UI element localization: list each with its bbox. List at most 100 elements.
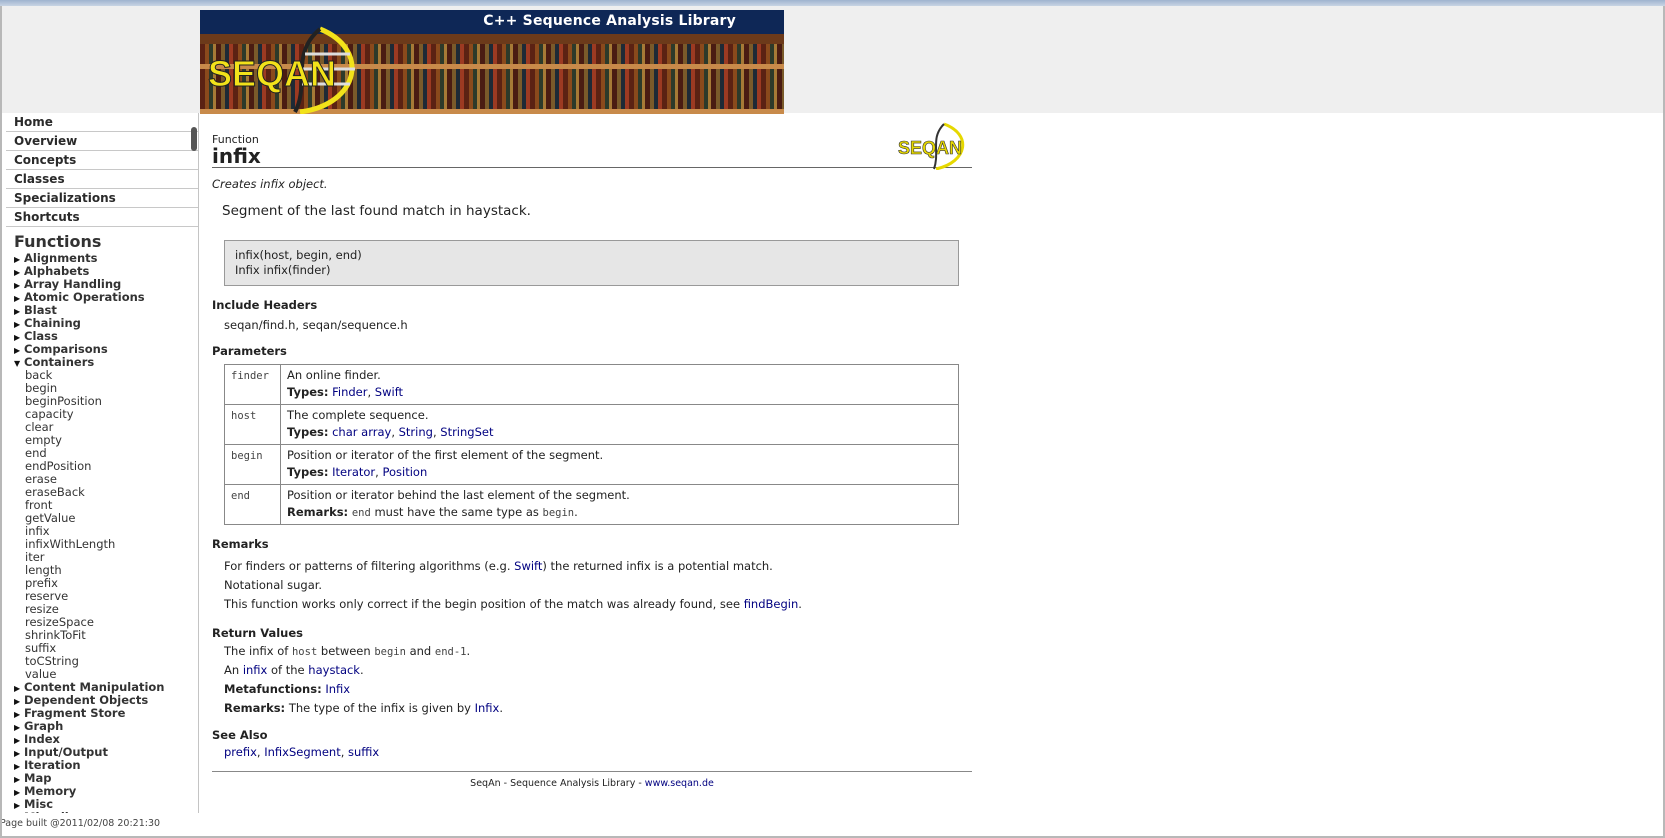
remarks-label: Remarks:: [287, 505, 349, 519]
text: between: [317, 644, 375, 658]
parameter-name: finder: [231, 370, 269, 382]
parameter-name-cell: end: [224, 484, 281, 525]
nav-item-home[interactable]: Home: [6, 113, 198, 132]
nav-item-classes[interactable]: Classes: [6, 170, 198, 189]
category-label: Array Handling: [24, 277, 122, 291]
parameter-description: Position or iterator of the first elemen…: [287, 448, 604, 462]
category-label: Atomic Operations: [24, 290, 145, 304]
text: The infix of: [224, 644, 292, 658]
parameter-types: Types: Iterator, Position: [287, 465, 428, 479]
triangle-down-icon: ▼: [14, 359, 21, 368]
nav-item-overview[interactable]: Overview: [6, 132, 198, 151]
text: The type of the infix is given by: [285, 701, 475, 715]
parameter-types: Remarks: end must have the same type as …: [287, 504, 952, 521]
category-label: Dependent Objects: [24, 693, 149, 707]
infix-link[interactable]: infix: [243, 663, 268, 677]
seqan-website-link[interactable]: www.seqan.de: [645, 778, 714, 789]
code: end-1: [434, 646, 467, 658]
type-link-swift[interactable]: Swift: [375, 385, 403, 399]
parameter-description-cell: An online finder. Types: Finder, Swift: [280, 364, 959, 405]
type-link-finder[interactable]: Finder: [332, 385, 367, 399]
container-function-list: back begin beginPosition capacity clear empty…: [6, 369, 198, 681]
code: end: [351, 507, 371, 519]
swift-link[interactable]: Swift: [514, 559, 542, 573]
nav-item-concepts[interactable]: Concepts: [6, 151, 198, 170]
footer-divider: [212, 771, 972, 772]
category-miscellaneous[interactable]: ▶Miscellaneous: [6, 811, 198, 814]
type-link-position[interactable]: Position: [382, 465, 427, 479]
see-also-link-prefix[interactable]: prefix: [224, 745, 257, 759]
category-label: Comparisons: [24, 342, 108, 356]
type-link-string[interactable]: String: [399, 425, 433, 439]
category-label: Index: [24, 732, 60, 746]
banner: C++ Sequence Analysis Library SEQAN: [200, 10, 784, 114]
signature-box: infix(host, begin, end) Infix infix(find…: [224, 240, 959, 286]
haystack-link[interactable]: haystack: [308, 663, 360, 677]
findbegin-link[interactable]: findBegin: [744, 597, 799, 611]
nav-item-specializations[interactable]: Specializations: [6, 189, 198, 208]
see-also-link-suffix[interactable]: suffix: [348, 745, 379, 759]
code: begin: [374, 646, 406, 658]
text: .: [359, 663, 364, 677]
type-link-iterator[interactable]: Iterator: [332, 465, 375, 479]
banner-title: C++ Sequence Analysis Library: [483, 13, 736, 29]
category-label: Blast: [24, 303, 57, 317]
see-also-links: prefix, InfixSegment, suffix: [224, 745, 380, 759]
category-label: Misc: [24, 797, 54, 811]
text: This function works only correct if the …: [224, 597, 744, 611]
see-also-heading: See Also: [212, 728, 268, 742]
infix-metafunction-link[interactable]: Infix: [325, 682, 350, 696]
signature-line: Infix infix(finder): [235, 263, 331, 277]
category-label: Fragment Store: [24, 706, 126, 720]
text: ) the returned infix is a potential matc…: [542, 559, 773, 573]
category-label: Content Manipulation: [24, 680, 165, 694]
remarks-line: For finders or patterns of filtering alg…: [224, 557, 972, 576]
type-link-char-array[interactable]: char array: [332, 425, 391, 439]
include-headers-value: seqan/find.h, seqan/sequence.h: [224, 318, 408, 332]
text: An: [224, 663, 243, 677]
types-label: Types:: [287, 425, 329, 439]
category-label: Iteration: [24, 758, 81, 772]
signature-line: infix(host, begin, end): [235, 248, 362, 262]
text: must have the same type as: [370, 505, 543, 519]
main-content: SEQAN Function infix Creates infix objec…: [212, 122, 972, 789]
see-also-link-infixsegment[interactable]: InfixSegment: [264, 745, 340, 759]
return-values-section: Return Values The infix of host between …: [212, 626, 972, 718]
parameter-types: Types: Finder, Swift: [287, 385, 404, 399]
return-line: Remarks: The type of the infix is given …: [224, 699, 972, 718]
code: begin: [542, 507, 575, 519]
category-label: Chaining: [24, 316, 81, 330]
parameter-row: host The complete sequence. Types: char ar…: [224, 404, 959, 445]
brief-description: Creates infix object.: [212, 177, 328, 191]
category-label: Alphabets: [24, 264, 90, 278]
seqan-small-logo: SEQAN: [898, 122, 964, 170]
sidebar-nav: Home Overview Concepts Classes Specializatio…: [6, 113, 198, 227]
category-label: Map: [24, 771, 52, 785]
category-label: Input/Output: [24, 745, 108, 759]
parameter-name-cell: finder: [224, 364, 281, 405]
parameter-description-cell: Position or iterator behind the last ele…: [280, 484, 959, 525]
title-divider: [212, 167, 972, 168]
category-label: Containers: [24, 355, 95, 369]
text: and: [405, 644, 435, 658]
seqan-logo[interactable]: SEQAN: [200, 24, 380, 114]
parameters-heading: Parameters: [212, 344, 287, 358]
return-line: The infix of host between begin and end-…: [224, 642, 972, 661]
sidebar-scrollbar[interactable]: [191, 127, 197, 151]
code: host: [291, 646, 318, 658]
parameter-types: Types: char array, String, StringSet: [287, 425, 494, 439]
parameter-name-cell: begin: [224, 444, 281, 485]
parameter-name: end: [231, 490, 250, 502]
remarks-section: Remarks For finders or patterns of filte…: [212, 537, 972, 614]
type-link-stringset[interactable]: StringSet: [440, 425, 493, 439]
parameter-row: end Position or iterator behind the last …: [224, 484, 959, 525]
page-built-timestamp: Page built @2011/02/08 20:21:30: [0, 818, 161, 829]
parameter-name: host: [231, 410, 257, 422]
parameter-row: finder An online finder. Types: Finder, Sw…: [224, 364, 959, 405]
infix-type-link[interactable]: Infix: [475, 701, 500, 715]
nav-item-shortcuts[interactable]: Shortcuts: [6, 208, 198, 227]
remarks-line: This function works only correct if the …: [224, 595, 972, 614]
label: Remarks:: [224, 701, 286, 715]
remarks-heading: Remarks: [212, 537, 269, 551]
text: .: [798, 597, 802, 611]
